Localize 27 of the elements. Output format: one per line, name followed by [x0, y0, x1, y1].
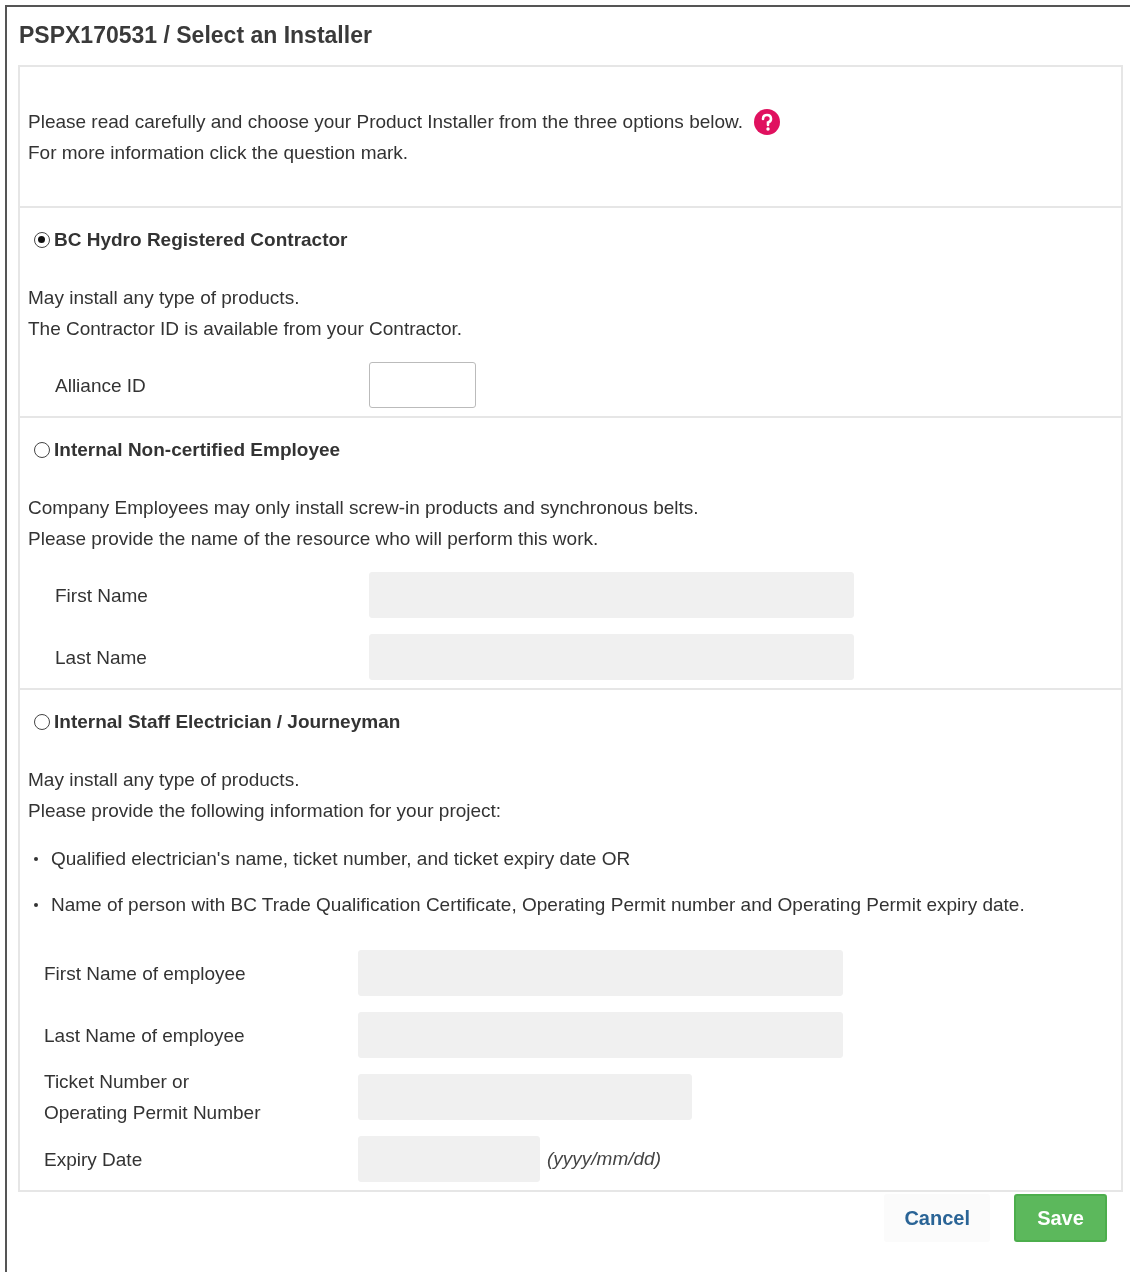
- description-text: Please provide the name of the resource who will perform this work.: [28, 527, 600, 551]
- description-text: Company Employees may only install screw-in products and synchronous belts.: [28, 496, 700, 520]
- cancel-button[interactable]: Cancel: [884, 1194, 990, 1242]
- installer-radio[interactable]: Internal Staff Electrician / Journeyman: [34, 708, 401, 736]
- field-label: Ticket Number or Operating Permit Number: [44, 1070, 262, 1125]
- description-text: The Contractor ID is available from your Contractor.: [28, 317, 463, 341]
- date-format-hint: (yyyy/mm/dd): [547, 1148, 661, 1170]
- field-label: Alliance ID: [55, 373, 147, 398]
- dialog-title: PSPX170531 / Select an Installer: [18, 21, 373, 50]
- field-label: Expiry Date: [44, 1147, 144, 1172]
- description-text: May install any type of products.: [28, 768, 301, 792]
- field-label: First Name: [55, 583, 149, 608]
- bullet-text: Qualified electrician's name, ticket number, and ticket expiry date OR: [51, 848, 631, 870]
- field-label: First Name of employee: [44, 961, 247, 986]
- bullet-text: Name of person with BC Trade Qualification Certificate, Operating Permit number and Operating Permit expiry date.: [51, 894, 1025, 916]
- description-text: Please provide the following information for your project:: [28, 799, 503, 823]
- installer-radio[interactable]: BC Hydro Registered Contractor: [34, 226, 348, 254]
- field-label: Last Name: [55, 645, 148, 670]
- intro-text: For more information click the question mark.: [28, 141, 410, 165]
- input-field[interactable]: [369, 362, 476, 408]
- bullet-icon: [34, 903, 38, 907]
- intro-text: Please read carefully and choose your Product Installer from the three options below.: [28, 111, 743, 133]
- installer-radio[interactable]: Internal Non-certified Employee: [34, 436, 341, 464]
- field-label: Last Name of employee: [44, 1023, 246, 1048]
- help-icon[interactable]: [754, 109, 780, 135]
- description-text: May install any type of products.: [28, 286, 301, 310]
- bullet-icon: [34, 857, 38, 861]
